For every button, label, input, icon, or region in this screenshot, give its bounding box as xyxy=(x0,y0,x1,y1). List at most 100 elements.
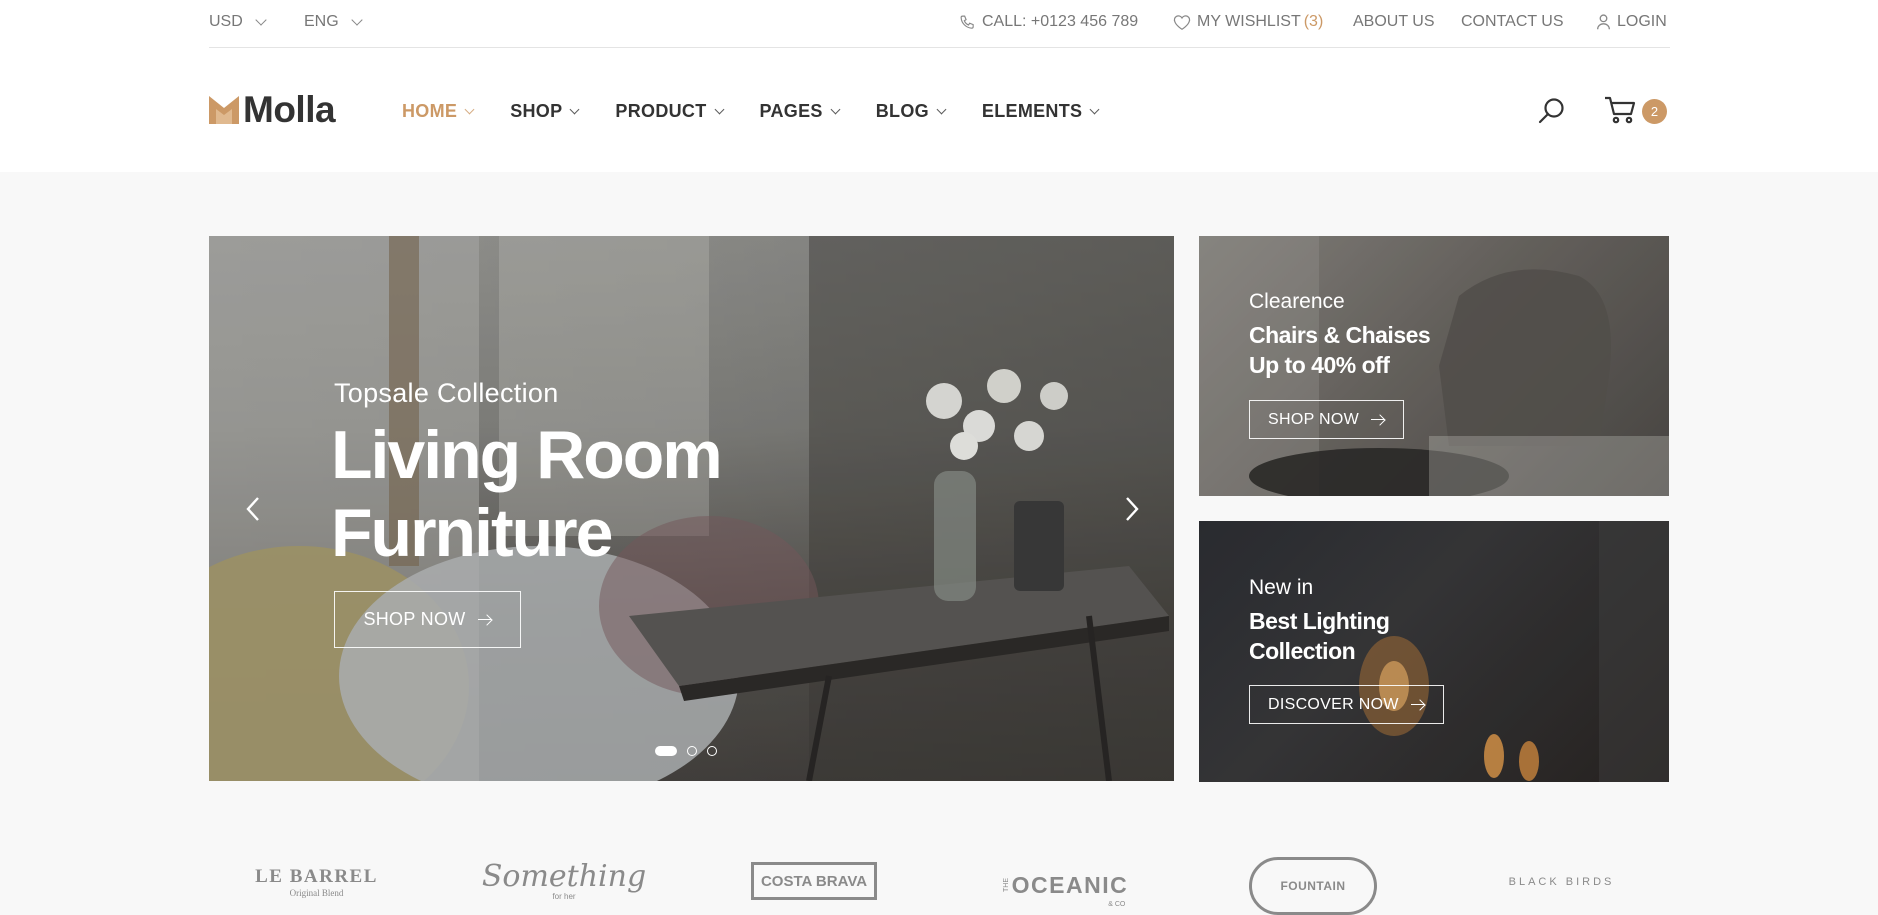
wishlist-link[interactable]: MY WISHLIST (3) xyxy=(1173,13,1323,31)
phone-icon xyxy=(959,14,976,31)
nav-item-shop[interactable]: SHOP xyxy=(510,101,580,122)
button-label: SHOP NOW xyxy=(363,609,466,629)
logo-mark-icon xyxy=(209,95,239,124)
nav-item-elements[interactable]: ELEMENTS xyxy=(981,101,1100,122)
call-link[interactable]: CALL: +0123 456 789 xyxy=(959,13,1138,31)
cart-count-badge: 2 xyxy=(1642,98,1667,124)
hero-title-line: Living Room xyxy=(331,417,723,493)
nav-item-home[interactable]: HOME xyxy=(402,101,475,122)
brand-logo-black-birds[interactable]: BLACK BIRDS xyxy=(1494,862,1629,902)
brand-logo-something[interactable]: Something for her xyxy=(482,854,646,906)
brand-logo-le-barrel[interactable]: LE BARREL Original Blend xyxy=(249,862,384,902)
banner-title-line: Collection xyxy=(1249,638,1356,664)
wishlist-count: (3) xyxy=(1303,13,1324,30)
arrow-right-icon xyxy=(477,615,492,625)
banner-subtitle: Clearence xyxy=(1249,290,1345,313)
hero-subtitle: Topsale Collection xyxy=(334,378,559,408)
cart-button[interactable]: 2 xyxy=(1604,96,1667,124)
button-label: DISCOVER NOW xyxy=(1268,695,1399,713)
brand-logo-fountain[interactable]: FOUNTAIN xyxy=(1249,857,1377,915)
about-text: ABOUT US xyxy=(1353,13,1435,30)
banner-title-line: Chairs & Chaises xyxy=(1249,322,1431,348)
language-label: ENG xyxy=(304,13,339,30)
heart-icon xyxy=(1173,14,1191,31)
brand-prefix: THE xyxy=(1002,878,1010,892)
slider-next-button[interactable] xyxy=(1116,494,1146,524)
chevron-right-icon xyxy=(1126,497,1139,521)
nav-label: ELEMENTS xyxy=(981,101,1083,121)
nav-label: PAGES xyxy=(759,101,823,121)
promo-banner-clearance[interactable]: Clearence Chairs & Chaises Up to 40% off… xyxy=(1199,236,1669,496)
top-bar-inner: USD ENG CALL: +0123 456 789 MY WISHLIST … xyxy=(209,0,1670,48)
chevron-down-icon xyxy=(830,104,841,114)
slider-dot[interactable] xyxy=(707,746,717,756)
arrow-right-icon xyxy=(1371,415,1385,425)
banner-subtitle: New in xyxy=(1249,576,1314,599)
login-link[interactable]: LOGIN xyxy=(1596,13,1667,31)
about-link[interactable]: ABOUT US xyxy=(1353,13,1435,31)
logo-text: Molla xyxy=(243,89,336,130)
brand-name: LE BARREL xyxy=(255,866,378,887)
main-content: Topsale Collection Living Room Furniture… xyxy=(0,172,1878,915)
nav-label: HOME xyxy=(402,101,458,121)
brand-name: Something xyxy=(481,859,647,894)
cart-icon xyxy=(1605,96,1636,124)
language-dropdown[interactable]: ENG xyxy=(304,13,363,31)
chevron-down-icon xyxy=(569,104,580,114)
brand-name: BLACK BIRDS xyxy=(1508,876,1615,888)
chevron-down-icon xyxy=(351,13,363,26)
hero-title: Living Room Furniture xyxy=(331,416,831,572)
nav-item-product[interactable]: PRODUCT xyxy=(615,101,724,122)
banner-shop-now-button[interactable]: SHOP NOW xyxy=(1249,400,1405,439)
nav-label: SHOP xyxy=(510,101,563,121)
brand-logos: LE BARREL Original Blend Something for h… xyxy=(209,852,1670,915)
main-nav: HOME SHOP PRODUCT PAGES BLOG ELEMENTS xyxy=(402,101,1100,122)
user-icon xyxy=(1596,14,1611,30)
banner-discover-now-button[interactable]: DISCOVER NOW xyxy=(1249,685,1444,724)
chevron-down-icon xyxy=(714,104,724,114)
promo-banner-lighting[interactable]: New in Best Lighting Collection DISCOVER… xyxy=(1199,521,1669,782)
nav-item-blog[interactable]: BLOG xyxy=(875,101,947,122)
login-text: LOGIN xyxy=(1617,13,1667,30)
banner-title: Chairs & Chaises Up to 40% off xyxy=(1249,320,1509,380)
slider-dots xyxy=(655,746,717,756)
chevron-down-icon xyxy=(936,104,947,114)
top-bar: USD ENG CALL: +0123 456 789 MY WISHLIST … xyxy=(0,0,1878,49)
hero-shop-now-button[interactable]: SHOP NOW xyxy=(334,591,521,648)
call-text: CALL: +0123 456 789 xyxy=(982,13,1139,30)
main-header: Molla HOME SHOP PRODUCT PAGES BLOG ELEME… xyxy=(0,49,1878,172)
brand-suffix: & CO xyxy=(1108,901,1126,908)
search-button[interactable] xyxy=(1538,97,1566,130)
wishlist-label: MY WISHLIST xyxy=(1197,13,1301,30)
slider-dot[interactable] xyxy=(687,746,697,756)
search-icon xyxy=(1538,98,1564,124)
hero-slider[interactable]: Topsale Collection Living Room Furniture… xyxy=(209,236,1174,781)
chevron-down-icon xyxy=(255,13,267,26)
chevron-down-icon xyxy=(1089,104,1100,114)
currency-label: USD xyxy=(209,13,243,30)
chevron-left-icon xyxy=(246,497,259,521)
banner-title-line: Best Lighting xyxy=(1249,608,1390,634)
banner-title: Best Lighting Collection xyxy=(1249,606,1509,666)
brand-logo-costa-brava[interactable]: COSTA BRAVA xyxy=(751,862,877,900)
slider-dot[interactable] xyxy=(655,746,677,756)
chevron-down-icon xyxy=(464,104,475,114)
arrow-right-icon xyxy=(1410,700,1425,710)
contact-text: CONTACT US xyxy=(1461,13,1564,30)
contact-link[interactable]: CONTACT US xyxy=(1461,13,1564,31)
currency-dropdown[interactable]: USD xyxy=(209,13,267,31)
nav-label: PRODUCT xyxy=(615,101,707,121)
logo[interactable]: Molla xyxy=(209,89,336,130)
brand-logo-oceanic[interactable]: THE OCEANIC & CO xyxy=(999,860,1129,910)
button-label: SHOP NOW xyxy=(1268,410,1360,428)
brand-name: FOUNTAIN xyxy=(1280,879,1346,893)
banner-title-line: Up to 40% off xyxy=(1249,352,1390,378)
brand-name: OCEANIC xyxy=(1011,871,1129,898)
nav-item-pages[interactable]: PAGES xyxy=(759,101,841,122)
slider-prev-button[interactable] xyxy=(239,494,269,524)
brand-tagline: Original Blend xyxy=(289,888,344,898)
hero-title-line: Furniture xyxy=(331,495,613,571)
brand-name: COSTA BRAVA xyxy=(760,872,868,890)
nav-label: BLOG xyxy=(875,101,929,121)
brand-tagline: for her xyxy=(552,892,576,901)
